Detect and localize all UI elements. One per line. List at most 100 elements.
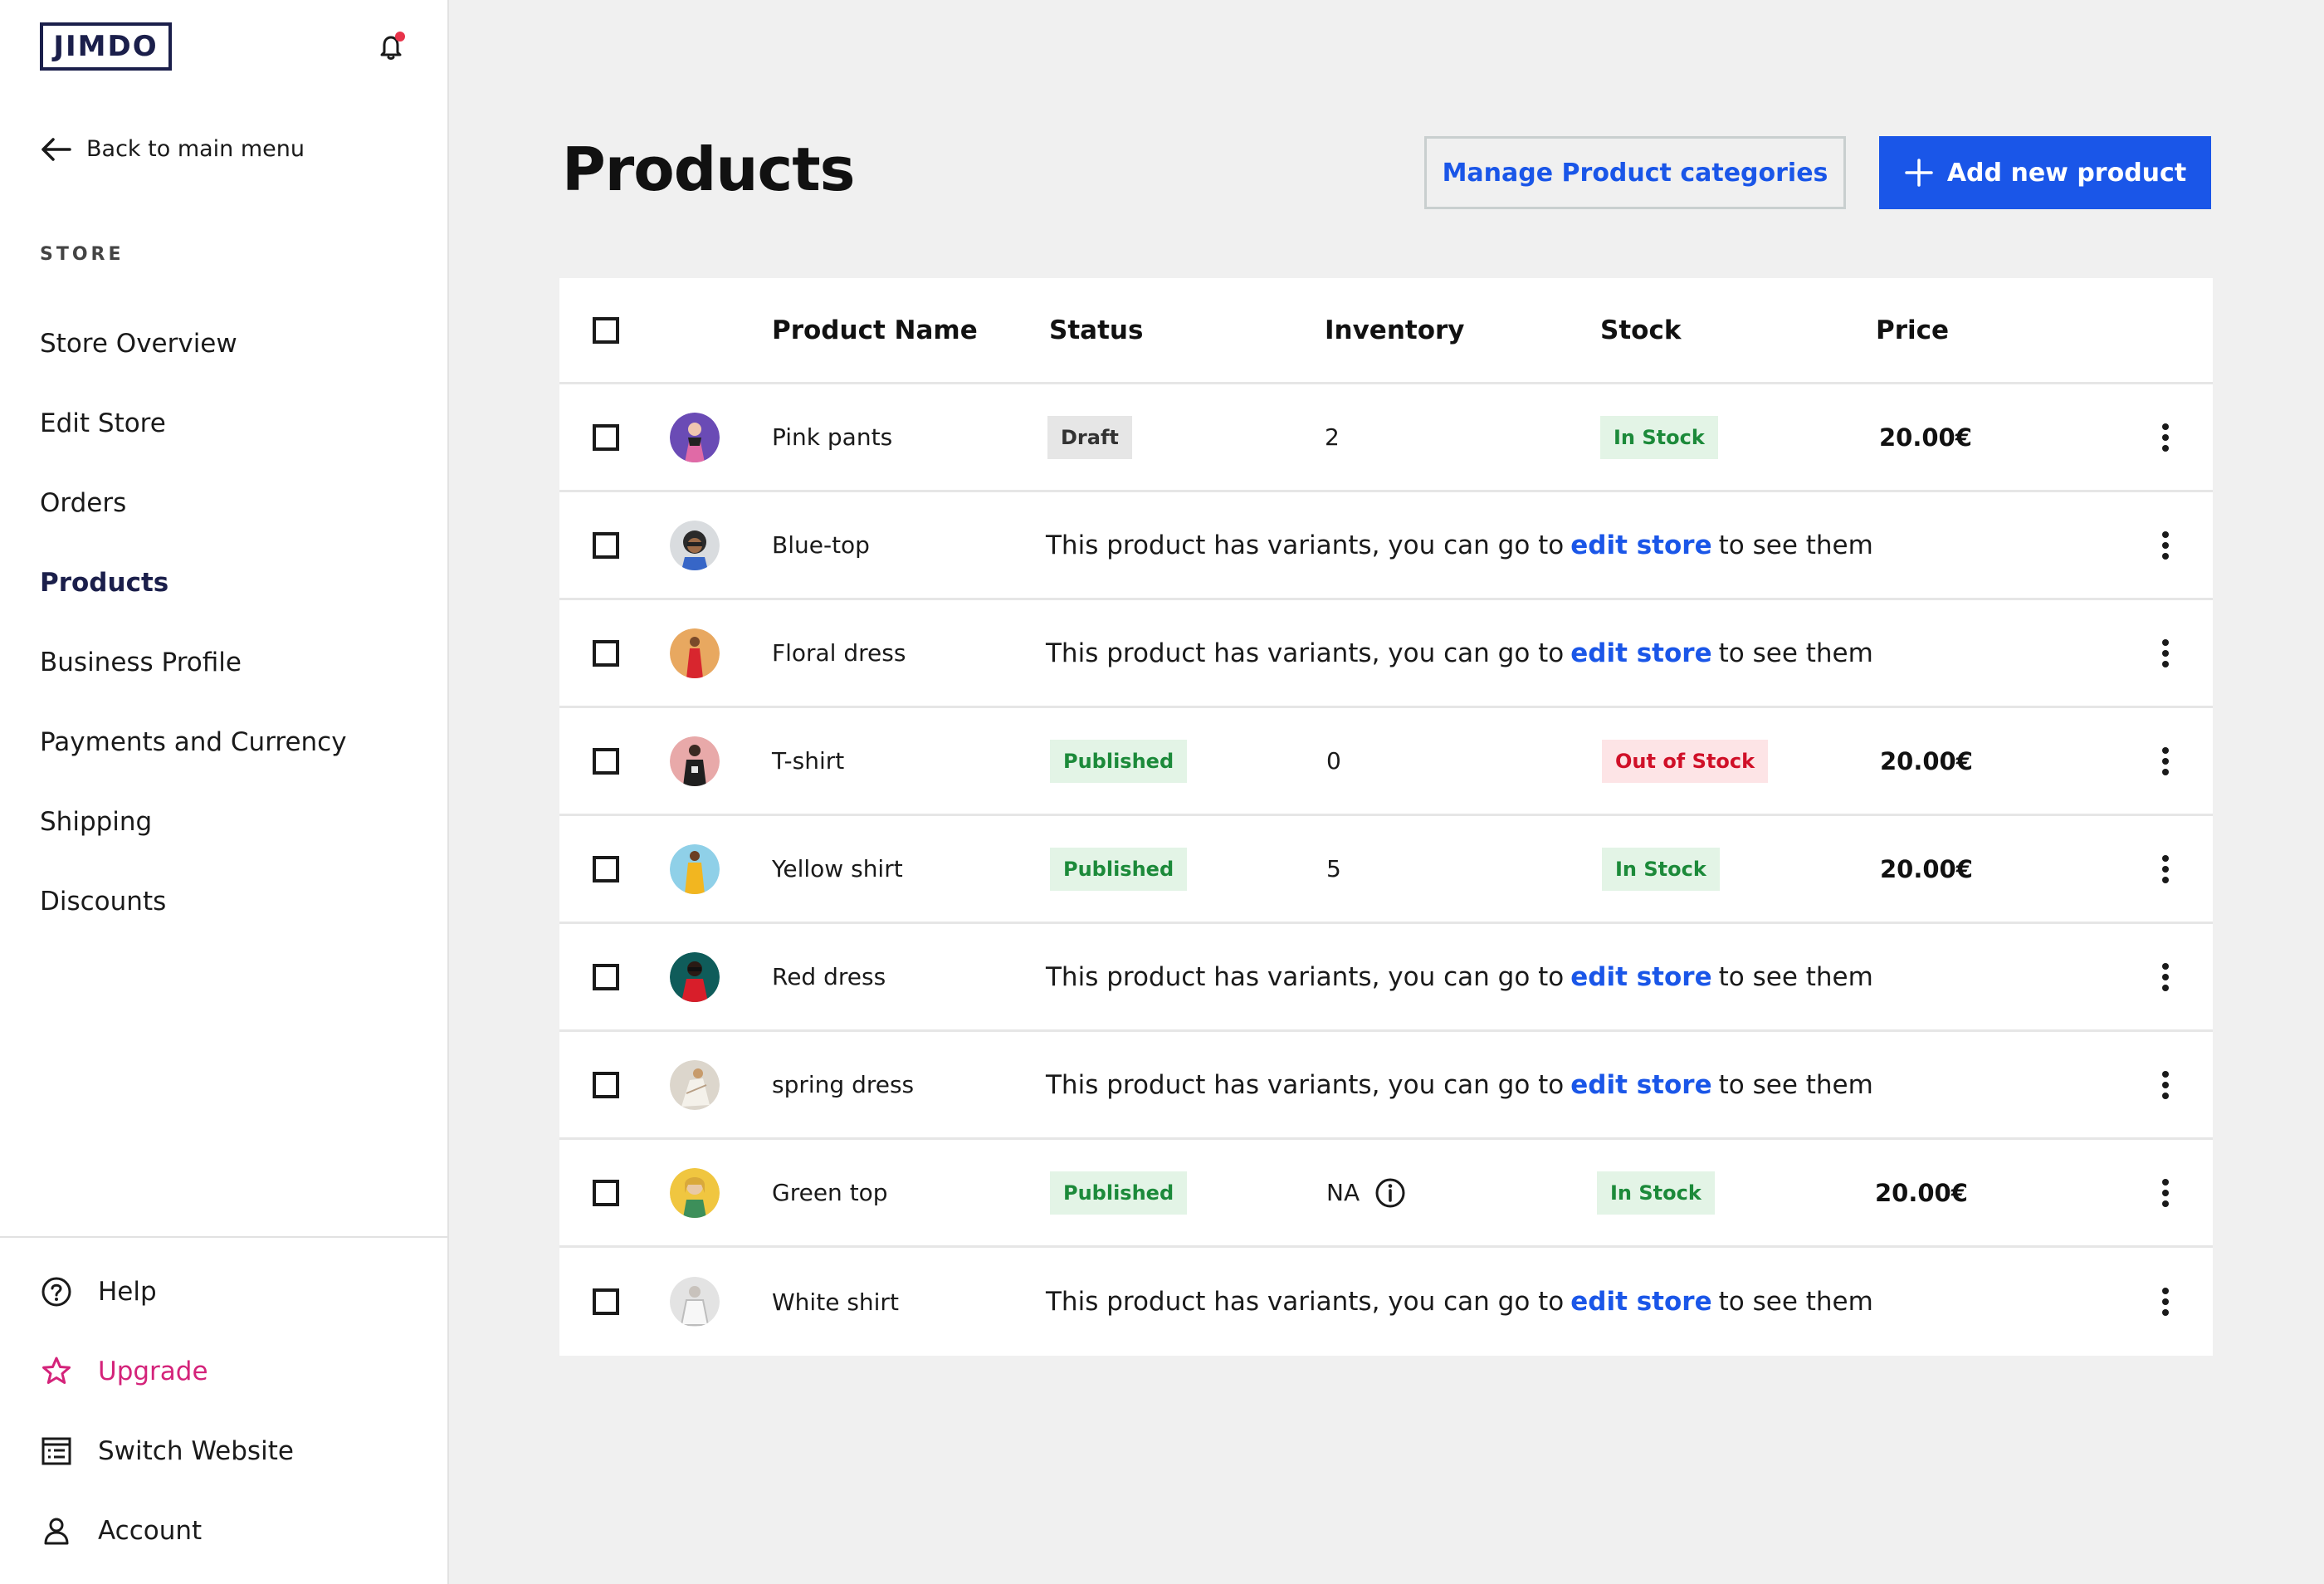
sidebar-item-upgrade[interactable]: Upgrade: [40, 1332, 294, 1411]
table-row[interactable]: T-shirt Published 0 Out of Stock 20.00€: [559, 708, 2213, 816]
more-options-icon[interactable]: [2153, 961, 2178, 994]
variants-notice: This product has variants, you can go to…: [1046, 600, 1873, 706]
product-name[interactable]: Red dress: [772, 924, 886, 1029]
row-checkbox[interactable]: [593, 1288, 619, 1315]
stock-badge: In Stock: [1597, 1171, 1715, 1215]
column-header-stock[interactable]: Stock: [1600, 278, 1681, 382]
sidebar-item-payments-and-currency[interactable]: Payments and Currency: [40, 702, 347, 782]
variants-notice: This product has variants, you can go to…: [1046, 924, 1873, 1029]
row-checkbox[interactable]: [593, 639, 619, 667]
product-name[interactable]: T-shirt: [772, 708, 844, 814]
row-checkbox[interactable]: [593, 855, 619, 882]
help-label: Help: [98, 1277, 157, 1307]
sidebar-item-shipping[interactable]: Shipping: [40, 782, 347, 862]
sidebar-item-switch-website[interactable]: Switch Website: [40, 1411, 294, 1491]
table-row[interactable]: Blue-top This product has variants, you …: [559, 492, 2213, 600]
stock-badge: Out of Stock: [1602, 739, 1769, 783]
product-name[interactable]: spring dress: [772, 1032, 914, 1137]
arrow-left-icon: [42, 137, 71, 161]
switch-website-label: Switch Website: [98, 1436, 294, 1466]
row-checkbox[interactable]: [593, 1179, 619, 1206]
inventory-value: NA: [1326, 1179, 1360, 1206]
variants-notice: This product has variants, you can go to…: [1046, 492, 1873, 598]
table-row[interactable]: Yellow shirt Published 5 In Stock 20.00€: [559, 816, 2213, 924]
more-options-icon[interactable]: [2153, 1285, 2178, 1318]
user-icon: [44, 1518, 69, 1545]
product-name[interactable]: Yellow shirt: [772, 816, 903, 922]
more-options-icon[interactable]: [2153, 1176, 2178, 1210]
inventory-cell: NA: [1326, 1140, 1406, 1245]
more-options-icon[interactable]: [2153, 1068, 2178, 1102]
variants-notice-suffix: to see them: [1718, 1287, 1873, 1317]
variants-notice-prefix: This product has variants, you can go to: [1046, 1287, 1565, 1317]
sidebar-item-help[interactable]: Help: [40, 1252, 294, 1332]
table-row[interactable]: Floral dress This product has variants, …: [559, 600, 2213, 708]
more-options-icon[interactable]: [2153, 529, 2178, 562]
inventory-value: 0: [1326, 747, 1341, 775]
more-options-icon[interactable]: [2153, 853, 2178, 886]
edit-store-link[interactable]: edit store: [1570, 1070, 1711, 1100]
sidebar-item-business-profile[interactable]: Business Profile: [40, 623, 347, 702]
variants-notice-suffix: to see them: [1718, 530, 1873, 560]
status-badge: Published: [1050, 1171, 1188, 1215]
add-new-product-button[interactable]: Add new product: [1879, 136, 2211, 209]
sidebar-item-discounts[interactable]: Discounts: [40, 862, 347, 941]
product-name[interactable]: Pink pants: [772, 384, 892, 490]
product-name[interactable]: Floral dress: [772, 600, 906, 706]
column-header-product-name[interactable]: Product Name: [772, 278, 978, 382]
table-row[interactable]: Red dress This product has variants, you…: [559, 924, 2213, 1032]
sidebar-item-edit-store[interactable]: Edit Store: [40, 384, 347, 463]
product-thumbnail: [670, 628, 720, 678]
upgrade-label: Upgrade: [98, 1357, 208, 1386]
table-row[interactable]: White shirt This product has variants, y…: [559, 1248, 2213, 1356]
product-name[interactable]: Blue-top: [772, 492, 870, 598]
website-list-icon: [42, 1437, 71, 1465]
sidebar-item-account[interactable]: Account: [40, 1491, 294, 1571]
variants-notice-suffix: to see them: [1718, 961, 1873, 992]
product-thumbnail: [670, 412, 720, 462]
info-icon[interactable]: [1374, 1177, 1406, 1209]
sidebar-item-store-overview[interactable]: Store Overview: [40, 304, 347, 384]
edit-store-link[interactable]: edit store: [1570, 962, 1711, 992]
more-options-icon[interactable]: [2153, 637, 2178, 670]
variants-notice: This product has variants, you can go to…: [1046, 1248, 1873, 1356]
stock-badge: In Stock: [1600, 415, 1718, 459]
status-badge: Published: [1050, 847, 1188, 891]
table-row[interactable]: spring dress This product has variants, …: [559, 1032, 2213, 1140]
sidebar-divider: [0, 1236, 449, 1238]
select-all-checkbox[interactable]: [593, 316, 619, 344]
edit-store-link[interactable]: edit store: [1570, 638, 1711, 668]
back-to-main-menu-link[interactable]: Back to main menu: [40, 136, 305, 162]
sidebar-item-products[interactable]: Products: [40, 543, 347, 623]
star-icon: [42, 1357, 71, 1384]
edit-store-link[interactable]: edit store: [1570, 530, 1711, 560]
column-header-price[interactable]: Price: [1876, 278, 1949, 382]
row-checkbox[interactable]: [593, 1071, 619, 1098]
account-label: Account: [98, 1516, 203, 1546]
variants-notice-suffix: to see them: [1718, 1069, 1873, 1100]
sidebar-item-orders[interactable]: Orders: [40, 463, 347, 543]
more-options-icon[interactable]: [2153, 421, 2178, 454]
add-new-product-label: Add new product: [1946, 158, 2187, 188]
row-checkbox[interactable]: [593, 963, 619, 990]
product-name[interactable]: White shirt: [772, 1248, 899, 1356]
variants-notice-prefix: This product has variants, you can go to: [1046, 961, 1565, 992]
notification-bell-icon[interactable]: [375, 30, 408, 63]
more-options-icon[interactable]: [2153, 745, 2178, 778]
price-value: 20.00€: [1880, 746, 1973, 775]
row-checkbox[interactable]: [593, 747, 619, 775]
row-checkbox[interactable]: [593, 423, 619, 451]
column-header-status[interactable]: Status: [1049, 278, 1143, 382]
jimdo-logo[interactable]: JIMDO: [40, 22, 172, 71]
product-thumbnail: [670, 1277, 720, 1327]
column-header-inventory[interactable]: Inventory: [1325, 278, 1465, 382]
row-checkbox[interactable]: [593, 531, 619, 559]
manage-product-categories-button[interactable]: Manage Product categories: [1424, 136, 1846, 209]
table-row[interactable]: Pink pants Draft 2 In Stock 20.00€: [559, 384, 2213, 492]
store-section-label: STORE: [40, 244, 124, 265]
variants-notice: This product has variants, you can go to…: [1046, 1032, 1873, 1137]
edit-store-link[interactable]: edit store: [1570, 1287, 1711, 1317]
table-row[interactable]: Green top Published NA In Stock 20.00€: [559, 1140, 2213, 1248]
variants-notice-prefix: This product has variants, you can go to: [1046, 1069, 1565, 1100]
product-name[interactable]: Green top: [772, 1140, 888, 1245]
